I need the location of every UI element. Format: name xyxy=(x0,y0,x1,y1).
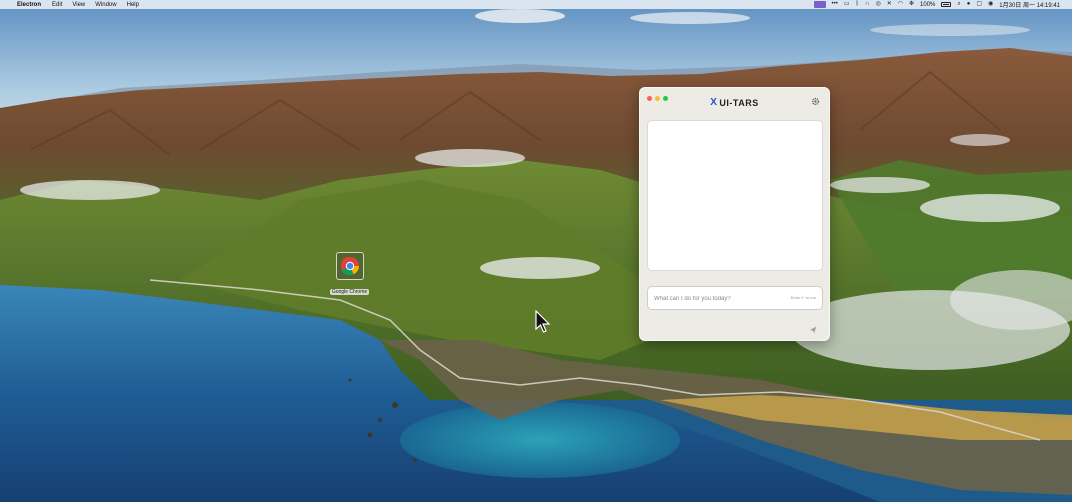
app-logo: X UI-TARS xyxy=(640,97,829,108)
focus-icon[interactable]: ◎ xyxy=(875,0,880,9)
chat-input-container[interactable]: Enter ↵ to run xyxy=(647,286,823,310)
chrome-icon-frame[interactable] xyxy=(335,252,364,280)
chat-input[interactable] xyxy=(654,293,782,305)
chat-messages-area xyxy=(647,120,823,271)
menu-view[interactable]: View xyxy=(72,2,85,8)
search-icon[interactable]: ⌕ xyxy=(957,0,960,9)
menu-help[interactable]: Help xyxy=(127,2,139,8)
enter-hint: Enter ↵ to run xyxy=(790,295,816,300)
control-center-icon[interactable]: ✻ xyxy=(909,0,914,9)
battery-percent: 100% xyxy=(920,1,936,8)
menu-window[interactable]: Window xyxy=(95,2,116,8)
send-button[interactable] xyxy=(809,321,817,334)
screen-record-icon[interactable]: ▭ xyxy=(844,0,850,9)
ui-tars-logo-icon: X xyxy=(710,97,718,108)
desktop-icon-label: Google Chrome xyxy=(329,289,370,295)
send-icon xyxy=(809,326,817,334)
menu-bar: Electron Edit View Window Help ••• ▭ ᛒ ∩… xyxy=(0,0,1072,9)
user-icon[interactable]: ● xyxy=(967,0,971,9)
app-name-menu[interactable]: Electron xyxy=(17,2,41,8)
desktop-icon-google-chrome[interactable]: Google Chrome xyxy=(327,252,372,298)
more-icon[interactable]: ••• xyxy=(832,0,838,9)
status-area: ••• ▭ ᛒ ∩ ◎ ✕ ◠ ✻ 100% ⌕ ● ▢ ◉ 1月30日 周一 … xyxy=(808,0,1060,9)
menubar-clock[interactable]: 1月30日 周一 14:19:41 xyxy=(999,0,1060,9)
desktop-wallpaper xyxy=(0,0,1072,502)
headphones-icon[interactable]: ∩ xyxy=(865,0,869,9)
tray-app-icon[interactable] xyxy=(813,1,826,8)
bluetooth-icon[interactable]: ᛒ xyxy=(856,0,860,9)
display-icon[interactable]: ▢ xyxy=(976,0,982,9)
wallpaper-landscape xyxy=(0,0,1072,502)
siri-icon[interactable]: ◉ xyxy=(988,0,993,9)
ui-tars-window: X UI-TARS Enter ↵ to run xyxy=(639,87,830,341)
app-title: UI-TARS xyxy=(719,97,759,108)
wifi-icon[interactable]: ◠ xyxy=(898,0,903,9)
mouse-cursor-icon xyxy=(535,309,551,334)
menu-edit[interactable]: Edit xyxy=(52,2,62,8)
chrome-icon xyxy=(340,256,359,276)
battery-icon[interactable] xyxy=(941,2,952,7)
gear-icon xyxy=(811,97,820,106)
settings-button[interactable] xyxy=(811,97,820,106)
accessibility-icon[interactable]: ✕ xyxy=(887,0,892,9)
